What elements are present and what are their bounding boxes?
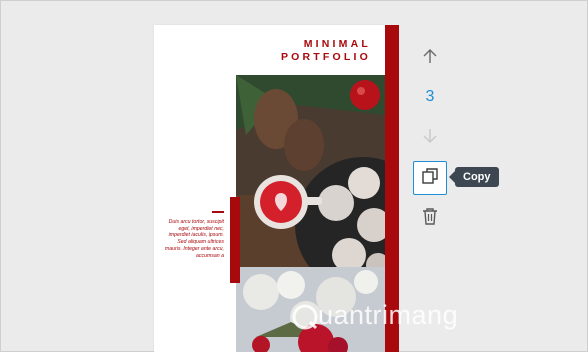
copy-icon (421, 167, 439, 190)
delete-button[interactable] (413, 201, 447, 235)
watermark-text: uantrimang (318, 300, 459, 330)
accent-bar (230, 197, 240, 283)
arrow-up-icon (422, 48, 438, 69)
body-text: Duis arcu tortor, suscipit eget, imperdi… (164, 218, 224, 259)
text-divider (212, 211, 224, 213)
trash-icon (422, 207, 438, 230)
copy-button[interactable] (413, 161, 447, 195)
watermark-logo-icon (291, 303, 319, 336)
arrow-down-icon (422, 128, 438, 149)
copy-tooltip: Copy (449, 167, 499, 187)
photo-coffee-cookies (236, 75, 385, 267)
move-up-button[interactable] (413, 41, 447, 75)
page-number: 3 (425, 88, 435, 105)
page-title: MINIMAL PORTFOLIO (281, 38, 371, 64)
body-text-block: Duis arcu tortor, suscipit eget, imperdi… (160, 211, 224, 260)
move-down-button[interactable] (413, 121, 447, 155)
title-line-1: MINIMAL (303, 38, 371, 50)
title-line-2: PORTFOLIO (280, 51, 371, 63)
